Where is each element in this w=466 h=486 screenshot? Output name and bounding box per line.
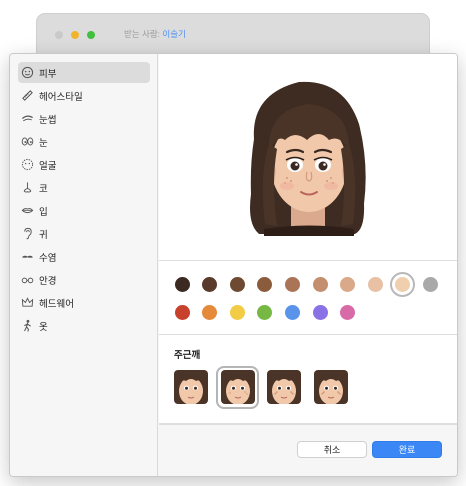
- memoji-editor-sheet: 피부 헤어스타일 눈썹 눈 얼굴 코 입 귀 수염 안경 헤드웨어 옷 주근깨 …: [9, 53, 458, 477]
- skin-color-swatch[interactable]: [284, 304, 300, 320]
- sidebar-item-label: 헤드웨어: [39, 298, 74, 310]
- sidebar-item-eyes[interactable]: 눈: [18, 131, 150, 152]
- sidebar-item-hairstyle[interactable]: 헤어스타일: [18, 85, 150, 106]
- crown-icon: [21, 296, 34, 309]
- person-icon: [21, 319, 34, 332]
- sidebar-item-eyewear[interactable]: 안경: [18, 269, 150, 290]
- sidebar-item-label: 수염: [39, 252, 57, 264]
- sidebar-item-ears[interactable]: 귀: [18, 223, 150, 244]
- minimize-window-button[interactable]: [71, 31, 79, 39]
- sidebar-item-label: 얼굴: [39, 160, 57, 172]
- zoom-window-button[interactable]: [87, 31, 95, 39]
- sidebar-item-label: 헤어스타일: [39, 91, 83, 103]
- face-outline-icon: [21, 158, 34, 171]
- sidebar-item-label: 옷: [39, 321, 48, 333]
- sidebar-item-label: 안경: [39, 275, 57, 287]
- glasses-icon: [21, 273, 34, 286]
- eyebrow-icon: [21, 112, 34, 125]
- eyes-icon: [21, 135, 34, 148]
- recipient-field[interactable]: 받는 사람: 이슬기: [124, 28, 186, 40]
- sidebar-item-headwear[interactable]: 헤드웨어: [18, 292, 150, 313]
- sidebar-item-nose[interactable]: 코: [18, 177, 150, 198]
- sidebar-item-skin[interactable]: 피부: [18, 62, 150, 83]
- mustache-icon: [21, 250, 34, 263]
- skin-color-swatch[interactable]: [257, 304, 273, 320]
- skin-color-swatch[interactable]: [202, 276, 218, 292]
- memoji-avatar: [250, 81, 366, 236]
- recipient-name[interactable]: 이슬기: [162, 29, 185, 39]
- sheet-footer: 취소 완료: [159, 424, 457, 476]
- ear-icon: [21, 227, 34, 240]
- sidebar-item-eyebrows[interactable]: 눈썹: [18, 108, 150, 129]
- freckle-option[interactable]: [313, 370, 348, 404]
- skin-color-swatch[interactable]: [395, 276, 411, 292]
- sidebar-item-facial-hair[interactable]: 수염: [18, 246, 150, 267]
- sidebar-item-clothing[interactable]: 옷: [18, 315, 150, 336]
- freckle-option[interactable]: [220, 370, 255, 404]
- editor-content: 주근깨 취소 완료: [159, 54, 457, 476]
- comb-icon: [21, 89, 34, 102]
- memoji-preview: [159, 54, 457, 260]
- skin-color-swatch[interactable]: [340, 304, 356, 320]
- category-sidebar: 피부 헤어스타일 눈썹 눈 얼굴 코 입 귀 수염 안경 헤드웨어 옷: [10, 54, 158, 476]
- skin-color-swatch[interactable]: [340, 276, 356, 292]
- freckles-title: 주근깨: [174, 350, 201, 361]
- skin-color-swatch[interactable]: [174, 276, 190, 292]
- close-window-button[interactable]: [55, 31, 63, 39]
- sidebar-item-label: 눈: [39, 137, 48, 149]
- skin-color-swatch[interactable]: [257, 276, 273, 292]
- lips-icon: [21, 204, 34, 217]
- sidebar-item-label: 입: [39, 206, 48, 218]
- sidebar-item-face[interactable]: 얼굴: [18, 154, 150, 175]
- cancel-button[interactable]: 취소: [297, 441, 367, 458]
- face-icon: [21, 66, 34, 79]
- sidebar-item-label: 피부: [39, 68, 57, 80]
- skin-color-swatch[interactable]: [229, 304, 245, 320]
- skin-color-swatch[interactable]: [174, 304, 190, 320]
- skin-color-swatch[interactable]: [229, 276, 245, 292]
- nose-icon: [21, 181, 34, 194]
- divider-colors: [159, 334, 457, 335]
- skin-color-swatch[interactable]: [312, 304, 328, 320]
- skin-color-swatch[interactable]: [312, 276, 328, 292]
- freckle-option[interactable]: [267, 370, 301, 404]
- sidebar-item-label: 귀: [39, 229, 48, 241]
- skin-color-swatch[interactable]: [422, 276, 438, 292]
- done-button[interactable]: 완료: [372, 441, 442, 458]
- skin-color-swatch[interactable]: [367, 276, 383, 292]
- divider-preview: [159, 260, 457, 261]
- skin-color-swatch[interactable]: [202, 304, 218, 320]
- sidebar-item-label: 코: [39, 183, 48, 195]
- sidebar-item-mouth[interactable]: 입: [18, 200, 150, 221]
- sidebar-item-label: 눈썹: [39, 114, 57, 126]
- recipient-label: 받는 사람:: [124, 29, 161, 39]
- freckle-option[interactable]: [174, 370, 208, 404]
- skin-color-swatch[interactable]: [284, 276, 300, 292]
